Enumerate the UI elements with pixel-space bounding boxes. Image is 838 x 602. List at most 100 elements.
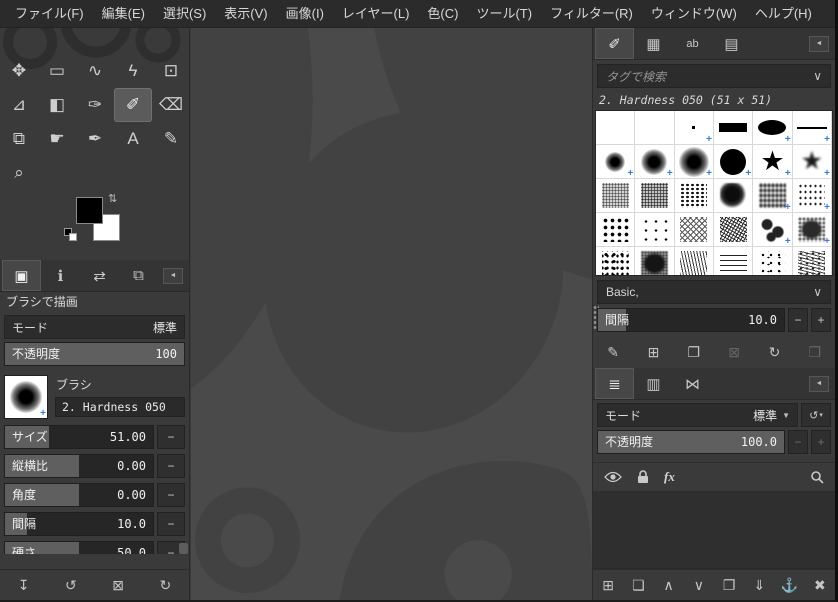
brush-cell-splatter[interactable] — [675, 179, 714, 213]
fonts-tab[interactable]: ab — [673, 28, 712, 59]
new-brush-button[interactable]: ⊞ — [641, 342, 665, 364]
chevron-down-icon[interactable]: ∨ — [813, 69, 822, 83]
brush-cell-web-dense[interactable] — [714, 213, 753, 247]
menu-item[interactable]: 選択(S) — [154, 0, 215, 28]
brush-cell-blank[interactable] — [635, 111, 674, 145]
duplicate-brush-button[interactable]: ❐ — [682, 342, 706, 364]
paintbrush-tool[interactable]: ✐ — [114, 88, 152, 122]
delete-layer-button[interactable]: ✖ — [808, 574, 832, 596]
menu-item[interactable]: 編集(E) — [93, 0, 154, 28]
menu-item[interactable]: ファイル(F) — [6, 0, 93, 28]
crop-tool[interactable]: ⊡ — [152, 54, 190, 88]
opacity-slider[interactable]: 不透明度 100 — [4, 342, 185, 366]
visibility-eye-icon[interactable] — [604, 471, 622, 483]
brush-cell-fuzzy-star[interactable]: ★+ — [793, 145, 832, 179]
smudge-tool[interactable]: ☛ — [38, 122, 76, 156]
merge-down-button[interactable]: ⇓ — [747, 574, 771, 596]
raise-layer-button[interactable]: ∧ — [657, 574, 681, 596]
brush-selector[interactable]: + ブラシ 2. Hardness 050 — [4, 375, 185, 419]
brush-cell-smoke[interactable]: + — [753, 179, 792, 213]
brush-cell-bar[interactable] — [714, 111, 753, 145]
undo-history-tab[interactable]: ⇄ — [80, 260, 119, 291]
reset-tool-options-button[interactable]: ↻ — [153, 574, 177, 596]
swap-colors-icon[interactable]: ⇅ — [108, 192, 117, 205]
new-layer-button[interactable]: ⊞ — [596, 574, 620, 596]
save-tool-preset-button[interactable]: ↧ — [12, 574, 36, 596]
patterns-tab[interactable]: ▦ — [634, 28, 673, 59]
paths-tab[interactable]: ⋈ — [673, 368, 712, 399]
menu-item[interactable]: ウィンドウ(W) — [642, 0, 746, 28]
brush-cell-chalk-dark[interactable] — [635, 179, 674, 213]
brush-cell-grunge-dark[interactable] — [635, 247, 674, 276]
duplicate-layer-button[interactable]: ❐ — [717, 574, 741, 596]
brush-cell-ellipse[interactable]: + — [753, 111, 792, 145]
brush-cell-pixel[interactable]: + — [675, 111, 714, 145]
eraser-tool[interactable]: ⌫ — [152, 88, 190, 122]
refresh-brushes-button[interactable]: ↻ — [762, 342, 786, 364]
device-status-tab[interactable]: ℹ — [41, 260, 80, 291]
brush-cell-hatch[interactable] — [714, 247, 753, 276]
images-tab[interactable]: ⧉ — [119, 260, 158, 291]
brush-cell-grunge[interactable]: + — [793, 213, 832, 247]
brush-cell-disc[interactable]: + — [714, 145, 753, 179]
fuzzy-select-tool[interactable]: ϟ — [114, 54, 152, 88]
transform-tool[interactable]: ⊿ — [0, 88, 38, 122]
airbrush-tool[interactable]: ✑ — [76, 88, 114, 122]
menu-item[interactable]: 表示(V) — [215, 0, 276, 28]
brush-cell-web[interactable] — [675, 213, 714, 247]
free-select-tool[interactable]: ∿ — [76, 54, 114, 88]
default-colors-icon[interactable] — [64, 228, 78, 242]
layers-tab[interactable]: ≣ — [595, 368, 634, 399]
tag-filter-entry[interactable]: Basic, ∨ — [597, 280, 831, 304]
brush-cell-sparse-dots[interactable] — [635, 213, 674, 247]
foreground-color-swatch[interactable] — [76, 197, 103, 224]
layer-mode-reset-button[interactable]: ↺▾ — [801, 403, 831, 427]
brush-cell-fiber[interactable] — [675, 247, 714, 276]
brush-cell-soft-medium[interactable]: + — [635, 145, 674, 179]
restore-tool-preset-button[interactable]: ↺ — [59, 574, 83, 596]
clone-tool[interactable]: ⧉ — [0, 122, 38, 156]
bucket-fill-tool[interactable]: ◧ — [38, 88, 76, 122]
spacing-slider[interactable]: 間隔10.0 — [4, 512, 154, 536]
menu-item[interactable]: ヘルプ(H) — [746, 0, 821, 28]
menu-item[interactable]: 画像(I) — [277, 0, 333, 28]
search-icon[interactable] — [810, 470, 824, 484]
layer-mode-select[interactable]: モード 標準 ▼ — [597, 403, 798, 427]
brush-cell-vine[interactable]: + — [753, 213, 792, 247]
scrollbar-thumb[interactable] — [179, 543, 188, 554]
layers-list[interactable] — [593, 492, 835, 569]
brush-cell-pepper[interactable] — [596, 247, 635, 276]
aspect-ratio-slider[interactable]: 縦横比0.00 — [4, 454, 154, 478]
anchor-layer-button[interactable]: ⚓ — [778, 574, 802, 596]
rectangle-select-tool[interactable]: ▭ — [38, 54, 76, 88]
brush-cell-confetti[interactable] — [753, 247, 792, 276]
hardness-slider[interactable]: 硬さ50.0 — [4, 541, 154, 554]
brush-cell-texture[interactable] — [793, 247, 832, 276]
lower-layer-button[interactable]: ∨ — [687, 574, 711, 596]
layer-effects-fx-icon[interactable]: fx — [664, 469, 675, 485]
brush-cell-star[interactable]: ★+ — [753, 145, 792, 179]
move-tool[interactable]: ✥ — [0, 54, 38, 88]
zoom-tool[interactable]: ⌕ — [0, 156, 38, 190]
brush-cell-chalk[interactable] — [596, 179, 635, 213]
brushes-tab[interactable]: ✐ — [595, 28, 634, 59]
dock-menu-button[interactable]: ◄ — [809, 376, 829, 392]
brush-spacing-slider[interactable]: 間隔 10.0 — [597, 308, 785, 332]
brush-cell-blank[interactable] — [596, 111, 635, 145]
color-picker-tool[interactable]: ✎ — [152, 122, 190, 156]
menu-item[interactable]: フィルター(R) — [541, 0, 642, 28]
gradients-tab[interactable]: ▤ — [712, 28, 751, 59]
menu-item[interactable]: ツール(T) — [467, 0, 541, 28]
text-tool[interactable]: A — [114, 122, 152, 156]
brush-thumbnail[interactable]: + — [4, 375, 48, 419]
tool-options-scrollbar[interactable] — [179, 320, 188, 556]
brush-cell-soft-small[interactable]: + — [596, 145, 635, 179]
dock-menu-button[interactable]: ◄ — [163, 268, 183, 284]
menu-item[interactable]: 色(C) — [418, 0, 467, 28]
tag-search-entry[interactable]: タグで検索 ∨ — [597, 64, 831, 88]
chevron-down-icon[interactable]: ∨ — [813, 285, 822, 299]
angle-slider[interactable]: 角度0.00 — [4, 483, 154, 507]
delete-tool-preset-button[interactable]: ⊠ — [106, 574, 130, 596]
paint-mode-select[interactable]: モード 標準 — [4, 315, 185, 339]
canvas[interactable] — [191, 28, 592, 600]
